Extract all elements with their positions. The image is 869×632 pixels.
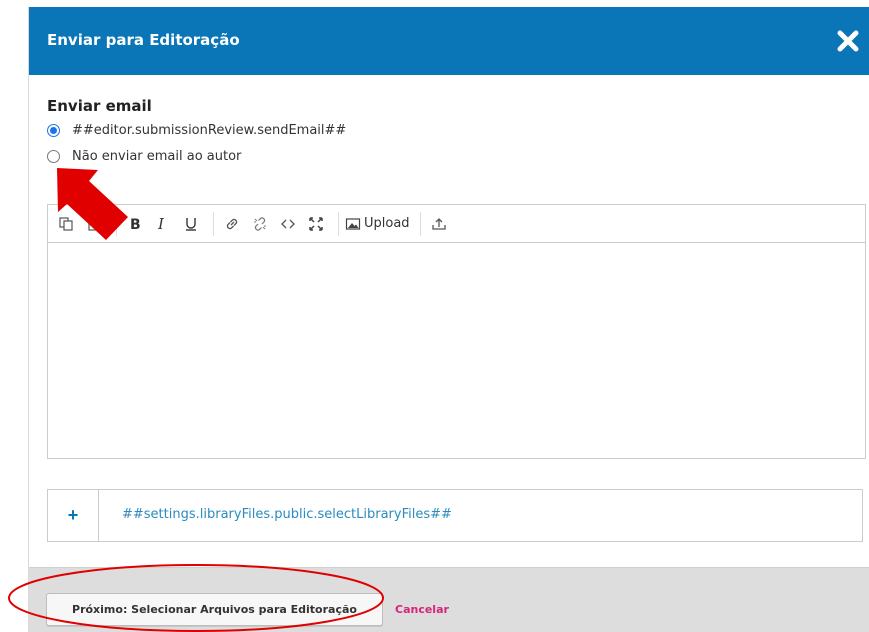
modal-title: Enviar para Editoração: [47, 31, 240, 49]
close-icon: [837, 30, 859, 52]
radio-no-email-button[interactable]: [47, 149, 60, 163]
radio-no-email[interactable]: Não enviar email ao autor: [47, 147, 241, 165]
copy-icon: [59, 216, 73, 231]
modal-footer: Próximo: Selecionar Arquivos para Editor…: [29, 567, 869, 632]
toolbar-separator: [419, 211, 421, 236]
file-upload-button[interactable]: [427, 211, 451, 237]
radio-send-email-button[interactable]: [47, 123, 60, 137]
close-button[interactable]: [836, 29, 860, 53]
toolbar-separator: [213, 211, 214, 236]
radio-send-email[interactable]: ##editor.submissionReview.sendEmail##: [47, 121, 346, 139]
paste-button[interactable]: [82, 211, 106, 237]
upload-label: Upload: [364, 216, 410, 231]
rich-text-editor: B I Upload: [47, 204, 866, 459]
link-button[interactable]: [220, 211, 244, 237]
fullscreen-icon: [309, 216, 323, 231]
bold-icon: B: [130, 217, 141, 232]
italic-icon: I: [157, 216, 165, 232]
code-icon: [281, 219, 295, 228]
svg-text:B: B: [130, 217, 141, 232]
upload-image-button[interactable]: Upload: [345, 211, 410, 237]
svg-text:I: I: [157, 216, 165, 232]
image-icon: [345, 217, 361, 230]
unlink-icon: [254, 216, 266, 231]
cancel-link[interactable]: Cancelar: [395, 603, 449, 616]
fullscreen-button[interactable]: [304, 211, 328, 237]
library-files-box: + ##settings.libraryFiles.public.selectL…: [47, 489, 863, 542]
bold-button[interactable]: B: [123, 211, 147, 237]
add-library-file-button[interactable]: +: [48, 490, 99, 541]
underline-button[interactable]: [179, 211, 203, 237]
code-button[interactable]: [276, 211, 300, 237]
link-icon: [226, 218, 238, 229]
radio-send-email-label: ##editor.submissionReview.sendEmail##: [72, 122, 347, 138]
italic-button[interactable]: I: [151, 211, 175, 237]
modal-header: Enviar para Editoração: [29, 7, 869, 75]
paste-icon: [88, 217, 100, 231]
next-button[interactable]: Próximo: Selecionar Arquivos para Editor…: [46, 593, 383, 626]
toolbar-separator: [338, 211, 339, 236]
editor-body[interactable]: [48, 243, 865, 458]
radio-no-email-label: Não enviar email ao autor: [72, 148, 242, 164]
underline-icon: [186, 217, 196, 231]
select-library-files-link[interactable]: ##settings.libraryFiles.public.selectLib…: [122, 507, 452, 522]
upload-icon: [431, 217, 446, 230]
unlink-button[interactable]: [248, 211, 272, 237]
modal-dialog: Enviar para Editoração Enviar email ##ed…: [28, 7, 869, 632]
copy-button[interactable]: [54, 211, 78, 237]
toolbar-separator: [116, 211, 117, 236]
editor-toolbar: B I Upload: [48, 205, 865, 243]
send-email-label: Enviar email: [47, 97, 152, 115]
